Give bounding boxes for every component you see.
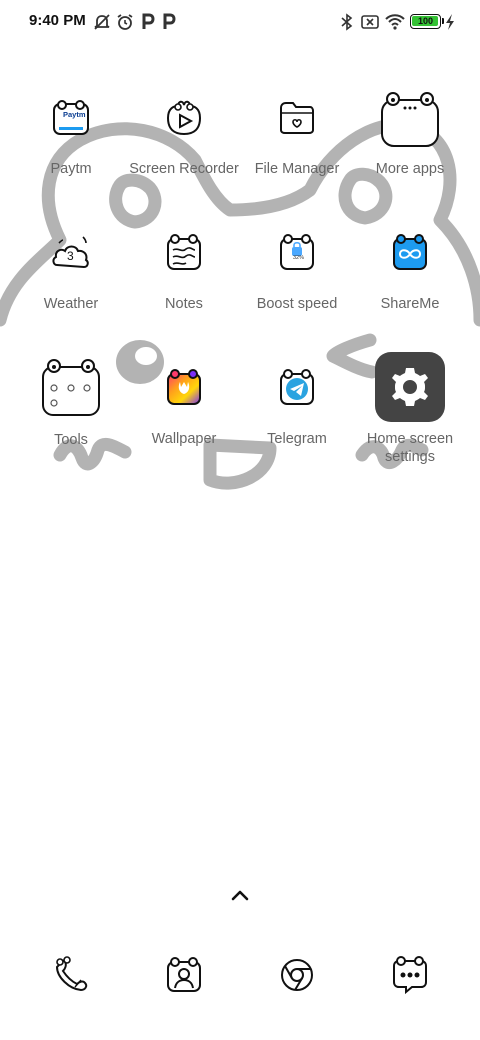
battery-icon: 100 (410, 14, 444, 29)
app-more-apps-folder[interactable]: More apps (354, 88, 466, 188)
app-label: File Manager (254, 161, 340, 177)
paytm-logo-text: Paytm (63, 110, 86, 119)
app-label: Tools (54, 432, 88, 448)
app-shareme[interactable]: ShareMe (354, 233, 466, 318)
app-label: More apps (375, 161, 445, 177)
screen-recorder-icon (166, 100, 202, 136)
app-label: Boost speed (256, 296, 338, 312)
mute-icon (94, 14, 110, 30)
app-screen-recorder[interactable]: Screen Recorder (128, 98, 240, 193)
app-label: Telegram (267, 431, 327, 447)
file-manager-icon (280, 102, 314, 134)
alarm-icon (117, 14, 133, 30)
chevron-up-icon[interactable] (228, 886, 252, 904)
phone-frog-icon[interactable] (51, 955, 91, 995)
weather-temp-text: 3 (67, 249, 74, 263)
app-paytm[interactable]: Paytm Paytm (15, 98, 127, 188)
status-bar: 9:40 PM 100 (0, 0, 480, 44)
tools-folder-icon (42, 359, 100, 416)
app-label: ShareMe (380, 296, 440, 312)
app-telegram[interactable]: Telegram (241, 368, 353, 450)
parking-p-icon (142, 13, 155, 29)
app-label: Notes (165, 296, 203, 312)
wifi-icon (385, 14, 405, 30)
boost-percent-text: 32% (293, 255, 305, 261)
app-label: Weather (43, 296, 99, 312)
bluetooth-icon (341, 13, 353, 31)
app-home-screen-settings[interactable]: Home screen settings (354, 350, 466, 465)
app-notes[interactable]: Notes (128, 233, 240, 318)
battery-level: 100 (417, 16, 434, 26)
app-label: Paytm (50, 161, 92, 177)
app-label: Screen Recorder (129, 161, 239, 177)
more-apps-folder-icon (381, 92, 439, 147)
app-label: Home screen settings (366, 431, 454, 465)
telegram-icon (280, 369, 314, 405)
app-wallpaper[interactable]: Wallpaper (128, 368, 240, 450)
parking-p-icon (163, 13, 176, 29)
chrome-icon[interactable] (277, 955, 317, 995)
app-tools-folder[interactable]: Tools (15, 355, 127, 450)
charging-icon (446, 14, 454, 30)
no-sim-icon (361, 15, 379, 29)
app-label: Wallpaper (151, 431, 217, 447)
app-file-manager[interactable]: File Manager (241, 98, 353, 188)
status-time: 9:40 PM (29, 12, 86, 29)
boost-speed-icon (280, 234, 314, 270)
contacts-frog-icon[interactable] (164, 955, 204, 995)
home-screen-settings-icon (375, 352, 445, 422)
shareme-icon (393, 234, 427, 270)
app-boost-speed[interactable]: 32% Boost speed (241, 233, 353, 318)
messages-frog-icon[interactable] (390, 955, 430, 995)
wallpaper-icon (167, 369, 201, 405)
notes-icon (167, 234, 201, 270)
app-weather[interactable]: 3 Weather (15, 233, 127, 318)
